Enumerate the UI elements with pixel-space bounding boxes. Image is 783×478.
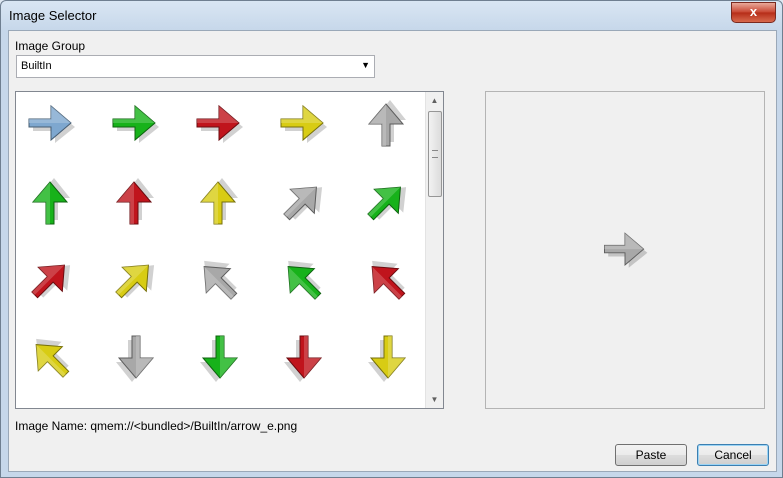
arrow-n-green-icon [31, 178, 70, 225]
arrow-ne-red-icon [31, 264, 71, 299]
arrow-s-yellow-icon [368, 335, 407, 382]
arrow-e-yellow-icon [280, 104, 327, 143]
image-grid-item[interactable] [273, 172, 333, 232]
arrow-nw-green-icon [287, 260, 322, 300]
arrow-nw-gray-icon [203, 260, 238, 300]
image-grid-item[interactable] [357, 94, 417, 154]
arrow-n-yellow-icon [199, 178, 238, 225]
image-grid-item[interactable] [21, 172, 81, 232]
arrow-n-gray-icon [367, 100, 406, 147]
close-button[interactable]: x [731, 2, 776, 23]
image-group-label: Image Group [15, 39, 86, 53]
image-name-label: Image Name: qmem://<bundled>/BuiltIn/arr… [15, 419, 298, 433]
cancel-button[interactable]: Cancel [697, 444, 769, 466]
image-grid-item[interactable] [273, 94, 333, 154]
image-group-value: BuiltIn [21, 60, 52, 72]
scrollbar-thumb[interactable] [428, 111, 442, 197]
scroll-up-icon[interactable]: ▲ [426, 92, 443, 109]
image-grid-item[interactable] [357, 250, 417, 310]
image-grid-item[interactable] [189, 250, 249, 310]
image-grid-item[interactable] [105, 172, 165, 232]
image-grid-item[interactable] [105, 250, 165, 310]
grip-icon [432, 150, 438, 158]
arrow-e-blue-icon [28, 104, 75, 143]
image-grid-item[interactable] [273, 328, 333, 388]
window-title: Image Selector [9, 8, 97, 23]
arrow-e-red-icon [196, 104, 243, 143]
arrow-n-red-icon [115, 178, 154, 225]
scroll-down-icon[interactable]: ▼ [426, 391, 443, 408]
arrow-e-gray-preview-icon [604, 232, 648, 268]
close-icon: x [749, 4, 758, 19]
arrow-s-red-icon [284, 335, 323, 382]
image-grid-item[interactable] [357, 172, 417, 232]
image-grid-item[interactable] [357, 328, 417, 388]
arrow-ne-gray-icon [283, 186, 323, 221]
arrow-s-gray-icon [116, 335, 155, 382]
image-selector-dialog: Image Selector x Image Group BuiltIn ▼ ▲… [0, 0, 783, 478]
image-grid-item[interactable] [189, 172, 249, 232]
image-preview [485, 91, 765, 409]
image-grid-item[interactable] [21, 250, 81, 310]
image-grid-item[interactable] [105, 328, 165, 388]
image-grid-item[interactable] [189, 94, 249, 154]
image-grid-item[interactable] [21, 328, 81, 388]
arrow-s-green-icon [200, 335, 239, 382]
image-grid-item[interactable] [273, 250, 333, 310]
dialog-body: Image Group BuiltIn ▼ ▲ ▼ Image Name: qm… [8, 30, 777, 472]
arrow-ne-yellow-icon [115, 264, 155, 299]
paste-button[interactable]: Paste [615, 444, 687, 466]
arrow-e-green-icon [112, 104, 159, 143]
title-bar[interactable]: Image Selector x [1, 1, 782, 30]
chevron-down-icon: ▼ [361, 60, 370, 70]
image-grid-item[interactable] [21, 94, 81, 154]
image-grid-item[interactable] [105, 94, 165, 154]
image-grid-item[interactable] [189, 328, 249, 388]
image-group-select[interactable]: BuiltIn ▼ [16, 55, 375, 78]
vertical-scrollbar[interactable]: ▲ ▼ [425, 92, 443, 408]
image-grid[interactable]: ▲ ▼ [15, 91, 444, 409]
arrow-nw-red-icon [371, 260, 406, 300]
arrow-nw-yellow-icon [35, 338, 70, 378]
arrow-ne-green-icon [367, 186, 407, 221]
